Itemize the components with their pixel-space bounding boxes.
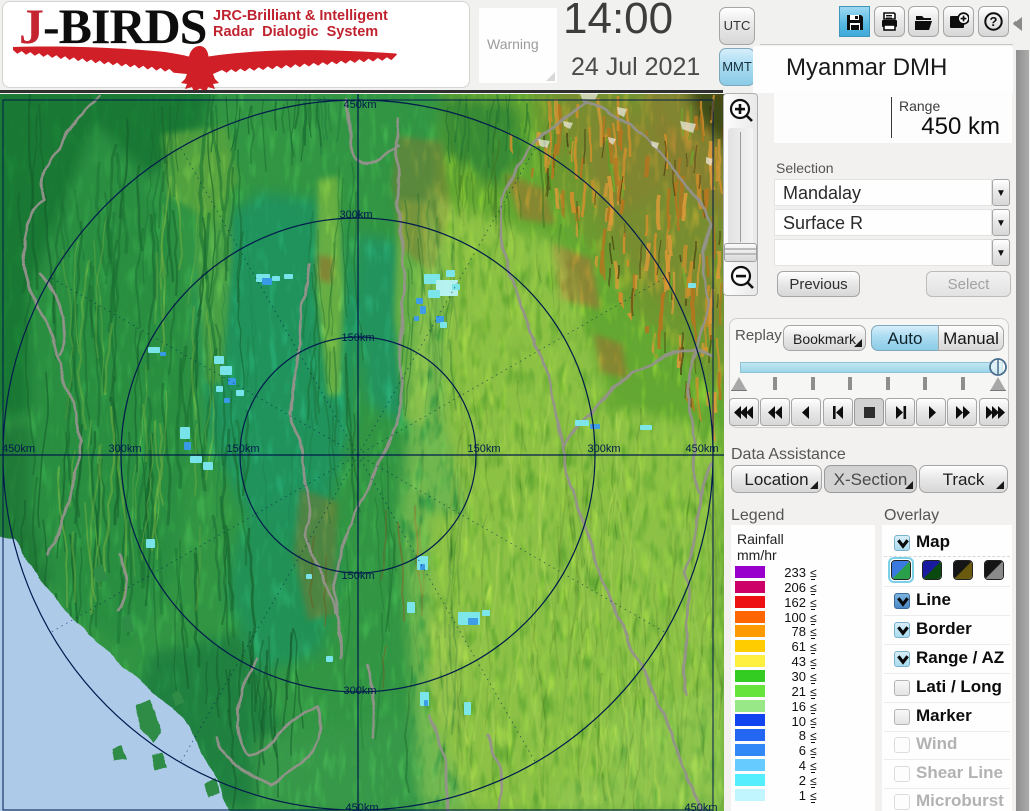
svg-text:300km: 300km [339,209,372,221]
svg-text:450km: 450km [685,443,718,455]
svg-text:450km: 450km [684,802,717,811]
svg-text:300km: 300km [108,443,141,455]
svg-text:150km: 150km [341,332,374,344]
svg-text:?: ? [990,14,998,29]
svg-text:150km: 150km [226,443,259,455]
svg-text:150km: 150km [341,570,374,582]
svg-text:150km: 150km [467,443,500,455]
svg-text:450km: 450km [2,443,35,455]
svg-text:300km: 300km [343,685,376,697]
svg-text:300km: 300km [587,443,620,455]
svg-text:450km: 450km [345,802,378,811]
svg-text:450km: 450km [343,99,376,111]
